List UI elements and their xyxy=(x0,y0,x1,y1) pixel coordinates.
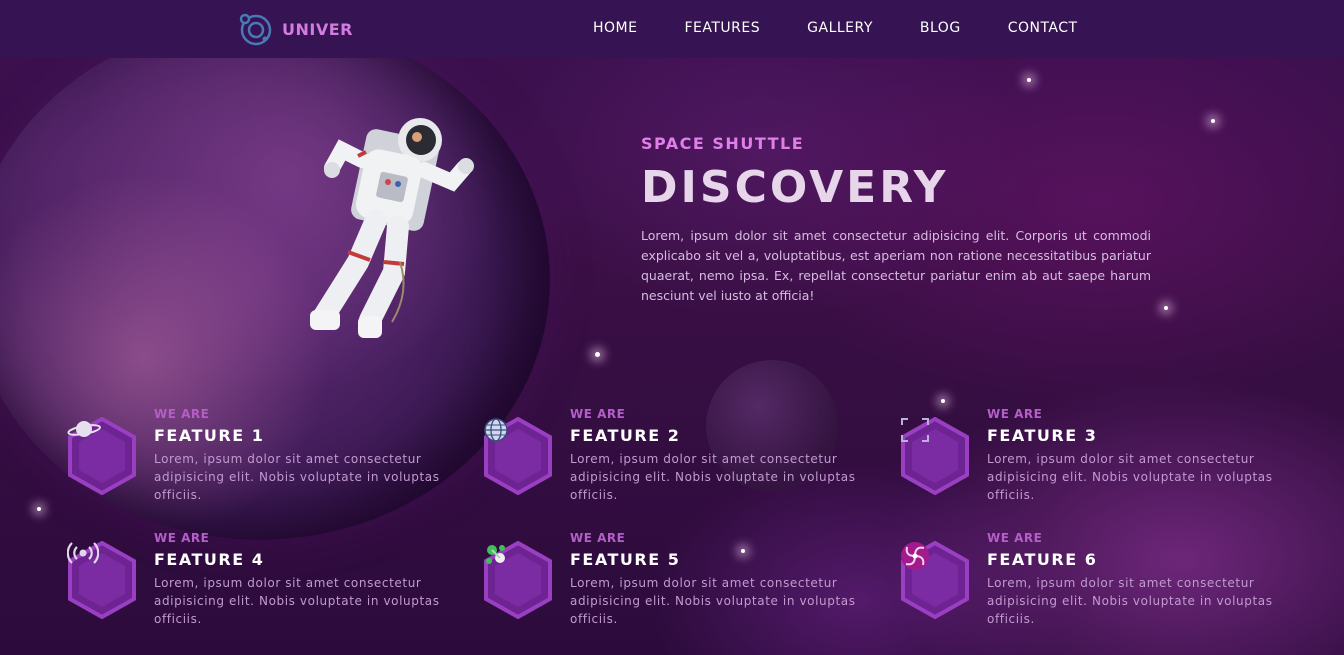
orbit-logo-icon xyxy=(238,12,272,46)
feature-title: FEATURE 6 xyxy=(987,550,1098,569)
hero-description: Lorem, ipsum dolor sit amet consectetur … xyxy=(641,228,1151,303)
top-navbar: UNIVER HOME FEATURES GALLERY BLOG CONTAC… xyxy=(0,0,1344,58)
spiral-galaxy-icon xyxy=(900,541,970,619)
feature-kicker: WE ARE xyxy=(570,407,626,421)
feature-kicker: WE ARE xyxy=(154,407,210,421)
feature-card-2: WE ARE FEATURE 2 Lorem, ipsum dolor sit … xyxy=(483,407,855,507)
feature-title: FEATURE 2 xyxy=(570,426,681,445)
feature-card-4: WE ARE FEATURE 4 Lorem, ipsum dolor sit … xyxy=(67,531,439,631)
feature-hex-badge xyxy=(67,417,137,495)
star xyxy=(1211,119,1215,123)
feature-hex-badge xyxy=(900,417,970,495)
nav-blog[interactable]: BLOG xyxy=(920,20,961,36)
feature-card-5: WE ARE FEATURE 5 Lorem, ipsum dolor sit … xyxy=(483,531,855,631)
feature-description: Lorem, ipsum dolor sit amet consectetur … xyxy=(570,576,856,626)
nav-features[interactable]: FEATURES xyxy=(684,20,760,36)
molecule-icon xyxy=(483,541,553,619)
feature-hex-badge xyxy=(483,417,553,495)
star xyxy=(1027,78,1031,82)
star xyxy=(1164,306,1168,310)
planet-icon xyxy=(67,417,137,495)
astronaut-image xyxy=(300,112,480,344)
feature-kicker: WE ARE xyxy=(570,531,626,545)
star xyxy=(595,352,600,357)
feature-description: Lorem, ipsum dolor sit amet consectetur … xyxy=(987,576,1273,626)
feature-kicker: WE ARE xyxy=(987,531,1043,545)
feature-kicker: WE ARE xyxy=(987,407,1043,421)
feature-description: Lorem, ipsum dolor sit amet consectetur … xyxy=(154,452,440,502)
feature-hex-badge xyxy=(900,541,970,619)
hero-title: DISCOVERY xyxy=(641,162,949,213)
feature-description: Lorem, ipsum dolor sit amet consectetur … xyxy=(987,452,1273,502)
hero-subtitle: SPACE SHUTTLE xyxy=(641,134,805,153)
feature-card-6: WE ARE FEATURE 6 Lorem, ipsum dolor sit … xyxy=(900,531,1272,631)
globe-icon xyxy=(483,417,553,495)
feature-title: FEATURE 5 xyxy=(570,550,681,569)
feature-description: Lorem, ipsum dolor sit amet consectetur … xyxy=(154,576,440,626)
feature-title: FEATURE 3 xyxy=(987,426,1098,445)
star xyxy=(941,399,945,403)
star xyxy=(37,507,41,511)
main-menu: HOME FEATURES GALLERY BLOG CONTACT xyxy=(593,20,1125,36)
nav-gallery[interactable]: GALLERY xyxy=(807,20,873,36)
feature-hex-badge xyxy=(483,541,553,619)
feature-description: Lorem, ipsum dolor sit amet consectetur … xyxy=(570,452,856,502)
feature-card-3: WE ARE FEATURE 3 Lorem, ipsum dolor sit … xyxy=(900,407,1272,507)
feature-kicker: WE ARE xyxy=(154,531,210,545)
nav-contact[interactable]: CONTACT xyxy=(1008,20,1078,36)
frame-corners-icon xyxy=(900,417,970,495)
feature-title: FEATURE 4 xyxy=(154,550,265,569)
nav-home[interactable]: HOME xyxy=(593,20,637,36)
brand-name: UNIVER xyxy=(282,19,353,39)
feature-hex-badge xyxy=(67,541,137,619)
brand-logo[interactable]: UNIVER xyxy=(238,12,353,46)
broadcast-icon xyxy=(67,541,137,619)
feature-title: FEATURE 1 xyxy=(154,426,265,445)
feature-card-1: WE ARE FEATURE 1 Lorem, ipsum dolor sit … xyxy=(67,407,439,507)
